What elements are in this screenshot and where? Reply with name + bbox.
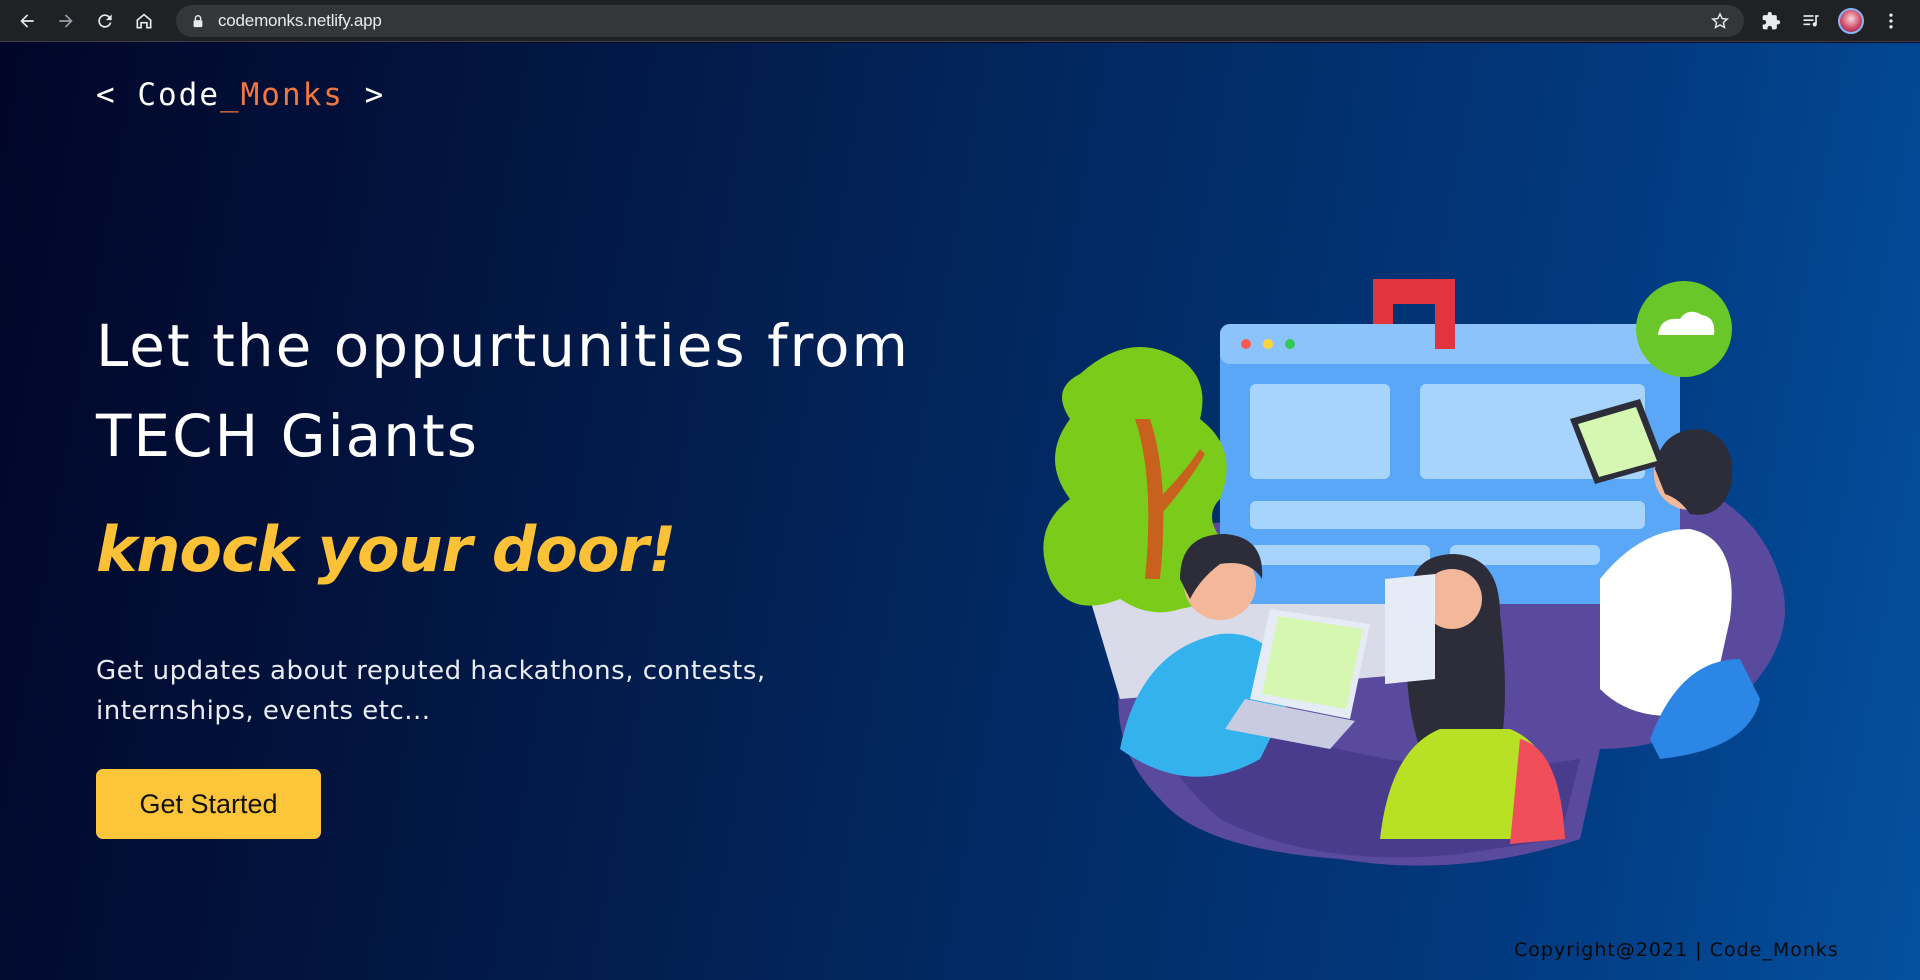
home-button[interactable] — [129, 6, 159, 36]
avatar — [1838, 8, 1864, 34]
reload-icon — [98, 13, 112, 28]
browser-toolbar: codemonks.netlify.app — [0, 0, 1920, 42]
forward-icon — [59, 13, 73, 28]
back-button[interactable] — [12, 6, 42, 36]
menu-icon — [1889, 13, 1893, 29]
get-started-button[interactable]: Get Started — [96, 769, 321, 839]
back-icon — [20, 13, 34, 28]
copyright-text: Copyright@2021 | Code_Monks — [1514, 939, 1839, 961]
url-text: codemonks.netlify.app — [218, 11, 382, 30]
site-logo[interactable]: < Code_Monks > — [96, 77, 385, 113]
puzzle-icon — [1762, 11, 1781, 30]
media-button[interactable] — [1796, 6, 1826, 36]
hero-headline: Let the oppurtunities from TECH Giants — [96, 312, 911, 470]
logo-suffix: > — [343, 77, 386, 113]
address-bar[interactable]: codemonks.netlify.app — [176, 5, 1744, 37]
lock-icon — [190, 13, 206, 29]
extensions-area — [1756, 6, 1916, 36]
reload-button[interactable] — [90, 6, 120, 36]
menu-button[interactable] — [1876, 6, 1906, 36]
home-icon — [136, 13, 152, 28]
extensions-button[interactable] — [1756, 6, 1786, 36]
landing-page: < Code_Monks > Let the oppurtunities fro… — [0, 43, 1920, 980]
hero-illustration — [1043, 279, 1785, 866]
media-icon — [1803, 15, 1819, 27]
logo-prefix: < Code — [96, 77, 220, 113]
hero-tagline: knock your door! — [96, 513, 676, 586]
logo-accent: _Monks — [219, 77, 344, 113]
forward-button[interactable] — [51, 6, 81, 36]
star-icon[interactable] — [1710, 11, 1730, 31]
profile-button[interactable] — [1836, 6, 1866, 36]
hero-description: Get updates about reputed hackathons, co… — [96, 656, 766, 726]
